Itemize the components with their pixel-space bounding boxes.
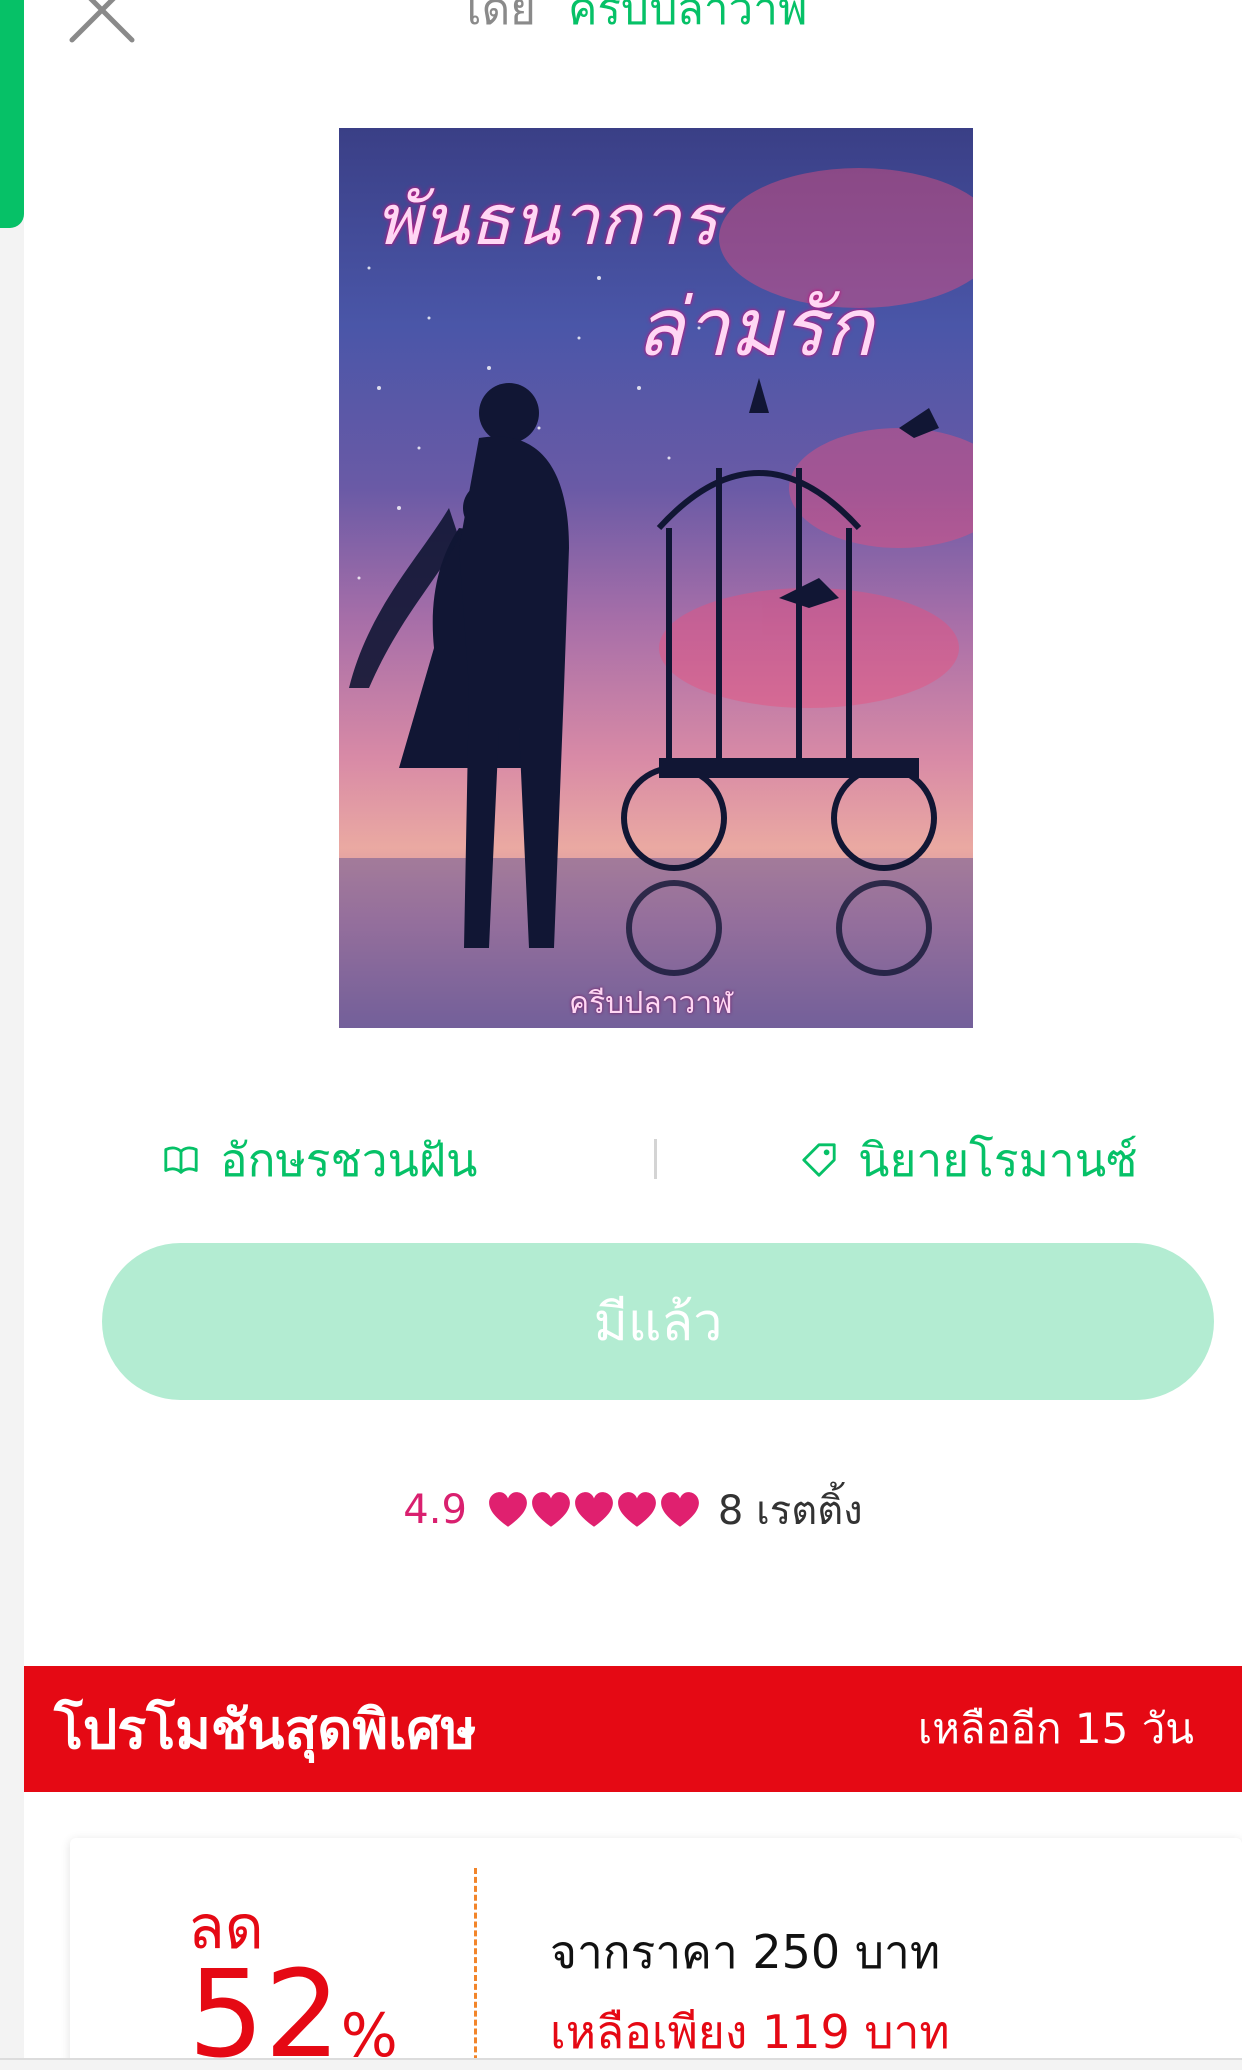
promotion-card[interactable]: ลด 52% จากราคา 250 บาท เหลือเพียง 119 บา… <box>70 1838 1242 2058</box>
publisher-label: อักษรชวนฝัน <box>220 1132 478 1187</box>
percent-sign: % <box>340 2001 398 2058</box>
promotion-banner: โปรโมชันสุดพิเศษ เหลืออีก 15 วัน <box>24 1666 1242 1792</box>
discount-percent: 52% <box>188 1956 398 2059</box>
heart-icon <box>618 1492 656 1527</box>
heart-icon <box>532 1492 570 1527</box>
rating-count: 8 เรตติ้ง <box>717 1488 863 1534</box>
author-link[interactable]: ครีบปลาวาฬ <box>568 0 808 35</box>
green-edge-tab <box>0 0 24 228</box>
promotion-title: โปรโมชันสุดพิเศษ <box>54 1698 477 1761</box>
heart-icon <box>661 1492 699 1527</box>
discount-value: 52 <box>188 1946 341 2059</box>
by-label: โดย <box>457 0 536 35</box>
book-cover[interactable]: พันธนาการ ล่ามรัก ครีบปลาวาฬ <box>339 128 973 1028</box>
sale-price: เหลือเพียง 119 บาท <box>550 2005 950 2058</box>
cover-title-line2: ล่ามรัก <box>635 281 874 374</box>
cover-author: ครีบปลาวาฬ <box>569 986 733 1021</box>
category-link[interactable]: นิยายโรมานซ์ <box>800 1125 1137 1195</box>
category-label: นิยายโรมานซ์ <box>858 1132 1138 1187</box>
cover-title-line1: พันธนาการ <box>375 179 719 261</box>
tag-icon <box>802 1143 836 1177</box>
coupon-divider <box>474 1868 477 2058</box>
author-line: โดย ครีบปลาวาฬ <box>24 0 1242 40</box>
heart-icon <box>575 1492 613 1527</box>
book-open-icon <box>164 1146 198 1174</box>
publisher-link[interactable]: อักษรชวนฝัน <box>162 1125 477 1195</box>
book-detail-sheet: โดย ครีบปลาวาฬ พันธนาการ ล่ามรัก ครีบปลา… <box>24 0 1242 2058</box>
bottom-divider <box>0 2058 1242 2060</box>
heart-icon <box>489 1492 527 1527</box>
rating-score: 4.9 <box>403 1487 467 1533</box>
owned-button[interactable]: มีแล้ว <box>102 1243 1214 1400</box>
book-meta-row: อักษรชวนฝัน นิยายโรมานซ์ <box>24 1125 1242 1195</box>
rating-hearts <box>487 1489 702 1531</box>
original-price: จากราคา 250 บาท <box>550 1925 941 1979</box>
meta-divider <box>654 1139 657 1179</box>
rating-row[interactable]: 4.9 8 เรตติ้ง <box>24 1480 1242 1540</box>
promotion-days-left: เหลืออีก 15 วัน <box>917 1704 1194 1753</box>
